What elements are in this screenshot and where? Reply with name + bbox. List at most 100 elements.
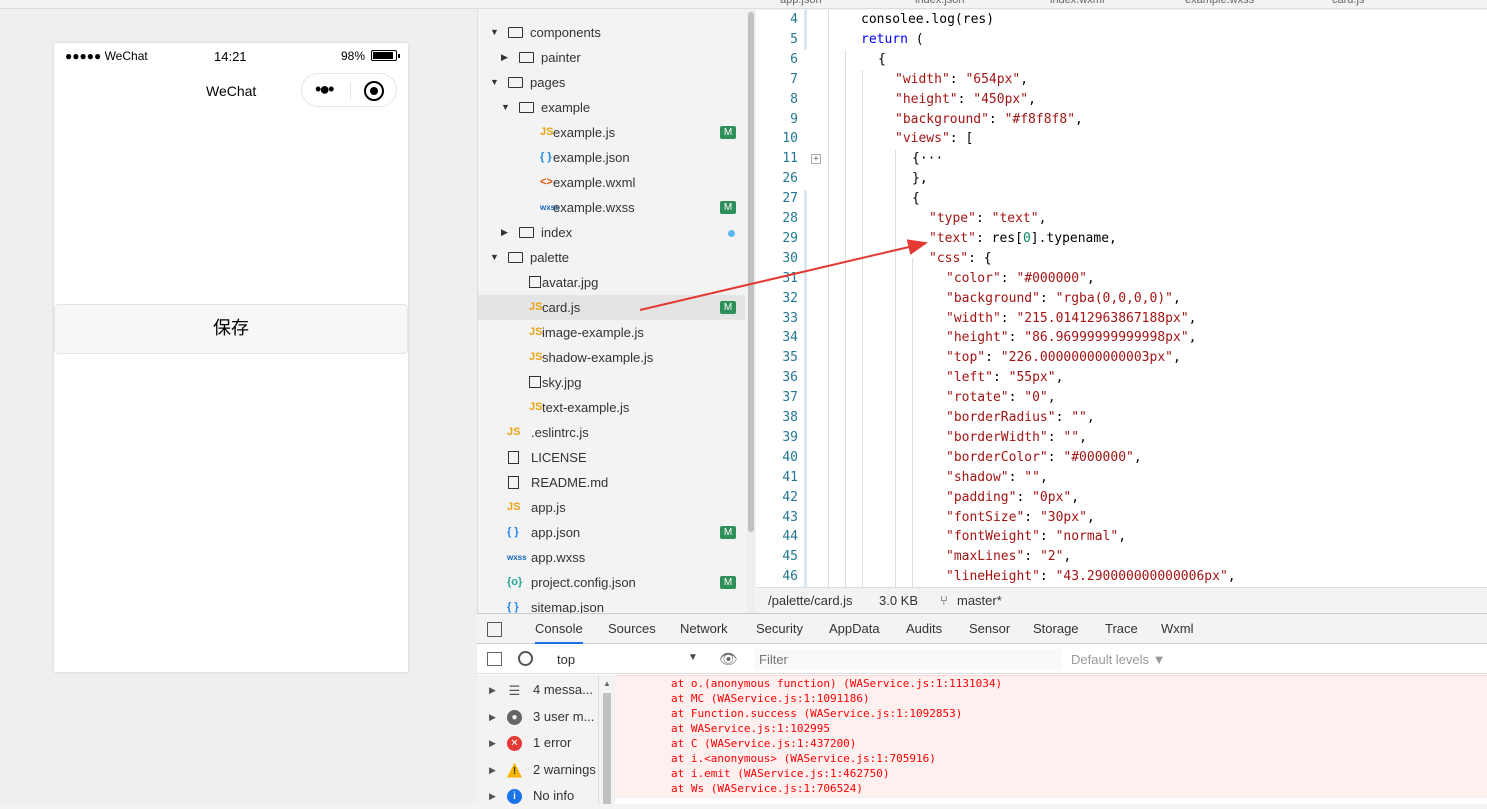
git-branch[interactable]: master* xyxy=(957,588,1002,614)
tree-item-project-config-json[interactable]: {o} project.config.json M xyxy=(478,570,745,595)
chevron-right-icon[interactable]: ▶ xyxy=(501,45,508,70)
close-target-icon[interactable] xyxy=(364,81,384,101)
code-line[interactable]: {··· xyxy=(912,151,943,166)
chevron-right-icon[interactable]: ▶ xyxy=(489,677,496,703)
code-editor[interactable]: 4 consolee.log(res) 5 return (6 {7 "width": "… xyxy=(756,10,1487,587)
inspect-element-icon[interactable] xyxy=(487,622,502,637)
tab-audits[interactable]: Audits xyxy=(906,614,942,644)
code-line[interactable]: "shadow": "", xyxy=(946,470,1048,485)
code-line[interactable]: "background": "#f8f8f8", xyxy=(895,112,1083,127)
tab-network[interactable]: Network xyxy=(680,614,728,644)
tree-item-pages[interactable]: ▼ pages xyxy=(478,70,745,95)
chevron-right-icon[interactable]: ▶ xyxy=(489,704,496,730)
tree-item-license[interactable]: LICENSE xyxy=(478,445,745,470)
code-line[interactable]: "borderRadius": "", xyxy=(946,410,1095,425)
tree-item-app-json[interactable]: { } app.json M xyxy=(478,520,745,545)
code-line[interactable]: "lineHeight": "43.290000000000006px", xyxy=(946,569,1236,584)
chevron-down-icon[interactable]: ▼ xyxy=(490,70,499,95)
editor-tab[interactable]: example.wxss xyxy=(1185,0,1254,6)
chevron-right-icon[interactable]: ▶ xyxy=(501,220,508,245)
tab-security[interactable]: Security xyxy=(756,614,803,644)
tab-sensor[interactable]: Sensor xyxy=(969,614,1010,644)
tree-item-avatar-jpg[interactable]: avatar.jpg xyxy=(478,270,745,295)
code-line[interactable]: "color": "#000000", xyxy=(946,271,1095,286)
tree-item-example-wxml[interactable]: <> example.wxml xyxy=(478,170,745,195)
tree-item-index[interactable]: ▶ index xyxy=(478,220,745,245)
code-line[interactable]: "left": "55px", xyxy=(946,370,1063,385)
editor-tab[interactable]: card.js xyxy=(1332,0,1364,6)
tree-item-painter[interactable]: ▶ painter xyxy=(478,45,745,70)
tree-item-app-js[interactable]: JS app.js xyxy=(478,495,745,520)
tree-item-example[interactable]: ▼ example xyxy=(478,95,745,120)
code-line[interactable]: "padding": "0px", xyxy=(946,490,1079,505)
code-line[interactable]: "views": [ xyxy=(895,131,973,146)
code-line[interactable]: "maxLines": "2", xyxy=(946,549,1071,564)
tab-trace[interactable]: Trace xyxy=(1105,614,1138,644)
code-line[interactable]: "background": "rgba(0,0,0,0)", xyxy=(946,291,1181,306)
tab-wxml[interactable]: Wxml xyxy=(1161,614,1194,644)
tab-console[interactable]: Console xyxy=(535,614,583,644)
chevron-right-icon[interactable]: ▶ xyxy=(489,783,496,809)
tree-item-sitemap-json[interactable]: { } sitemap.json xyxy=(478,595,745,613)
console-sidebar-scrollbar[interactable]: ▲ xyxy=(599,675,615,804)
tab-storage[interactable]: Storage xyxy=(1033,614,1079,644)
code-line[interactable]: return ( xyxy=(861,32,924,47)
code-line[interactable]: "borderColor": "#000000", xyxy=(946,450,1142,465)
code-line[interactable]: consolee.log(res) xyxy=(861,12,994,27)
code-line[interactable]: "fontSize": "30px", xyxy=(946,510,1095,525)
code-line[interactable]: "height": "450px", xyxy=(895,92,1036,107)
tab-appdata[interactable]: AppData xyxy=(829,614,880,644)
editor-tab[interactable]: app.json xyxy=(780,0,822,6)
chevron-down-icon[interactable]: ▼ xyxy=(490,20,499,45)
console-filter-item[interactable]: ▶! 2 warnings xyxy=(477,757,599,783)
scrollbar-thumb[interactable] xyxy=(603,693,611,804)
console-filter-item[interactable]: ▶ ✕ 1 error xyxy=(477,730,599,756)
more-icon[interactable]: •●• xyxy=(315,80,335,98)
tree-item-example-js[interactable]: JS example.js M xyxy=(478,120,745,145)
scrollbar-thumb[interactable] xyxy=(748,12,754,532)
console-filter-item[interactable]: ▶ i No info xyxy=(477,783,599,809)
console-filter-item[interactable]: ▶ ● 3 user m... xyxy=(477,704,599,730)
tree-item-image-example-js[interactable]: JS image-example.js xyxy=(478,320,745,345)
code-line[interactable]: { xyxy=(912,191,920,206)
editor-tab[interactable]: index.json xyxy=(915,0,965,6)
tree-item--eslintrc-js[interactable]: JS .eslintrc.js xyxy=(478,420,745,445)
chevron-right-icon[interactable]: ▶ xyxy=(489,757,496,783)
chevron-right-icon[interactable]: ▶ xyxy=(489,730,496,756)
code-line[interactable]: "width": "215.01412963867188px", xyxy=(946,311,1196,326)
code-line[interactable]: "height": "86.96999999999998px", xyxy=(946,330,1196,345)
code-line[interactable]: "borderWidth": "", xyxy=(946,430,1087,445)
code-line[interactable]: "rotate": "0", xyxy=(946,390,1056,405)
code-line[interactable]: "fontWeight": "normal", xyxy=(946,529,1126,544)
tree-item-text-example-js[interactable]: JS text-example.js xyxy=(478,395,745,420)
code-line[interactable]: "top": "226.00000000000003px", xyxy=(946,350,1181,365)
console-filter-input[interactable] xyxy=(755,649,1061,670)
eye-icon[interactable]: 👁 xyxy=(719,650,738,668)
code-line[interactable]: "type": "text", xyxy=(929,211,1046,226)
code-line[interactable]: "width": "654px", xyxy=(895,72,1028,87)
menu-capsule[interactable]: •●• xyxy=(301,73,397,107)
log-levels-dropdown[interactable]: Default levels ▼ xyxy=(1071,652,1166,667)
file-tree-scrollbar[interactable] xyxy=(747,10,755,613)
editor-tab[interactable]: index.wxml xyxy=(1050,0,1104,6)
chevron-down-icon[interactable]: ▼ xyxy=(501,95,510,120)
tree-item-shadow-example-js[interactable]: JS shadow-example.js xyxy=(478,345,745,370)
tree-item-readme-md[interactable]: README.md xyxy=(478,470,745,495)
code-line[interactable]: { xyxy=(878,52,886,67)
code-line[interactable]: "text": res[0].typename, xyxy=(929,231,1117,246)
clear-console-icon[interactable] xyxy=(518,651,533,666)
tree-item-example-wxss[interactable]: wxss example.wxss M xyxy=(478,195,745,220)
context-dropdown-icon[interactable]: ▼ xyxy=(688,652,698,663)
code-line[interactable]: }, xyxy=(912,171,928,186)
tree-item-app-wxss[interactable]: wxss app.wxss xyxy=(478,545,745,570)
context-selector[interactable]: top xyxy=(557,652,575,667)
save-button[interactable]: 保存 xyxy=(54,304,408,354)
console-filter-item[interactable]: ▶ ☰ 4 messa... xyxy=(477,677,599,703)
sidebar-toggle-icon[interactable] xyxy=(487,652,502,666)
tree-item-card-js[interactable]: JS card.js M xyxy=(478,295,745,320)
code-line[interactable]: "css": { xyxy=(929,251,992,266)
tree-item-sky-jpg[interactable]: sky.jpg xyxy=(478,370,745,395)
tree-item-palette[interactable]: ▼ palette xyxy=(478,245,745,270)
chevron-down-icon[interactable]: ▼ xyxy=(490,245,499,270)
tab-sources[interactable]: Sources xyxy=(608,614,656,644)
